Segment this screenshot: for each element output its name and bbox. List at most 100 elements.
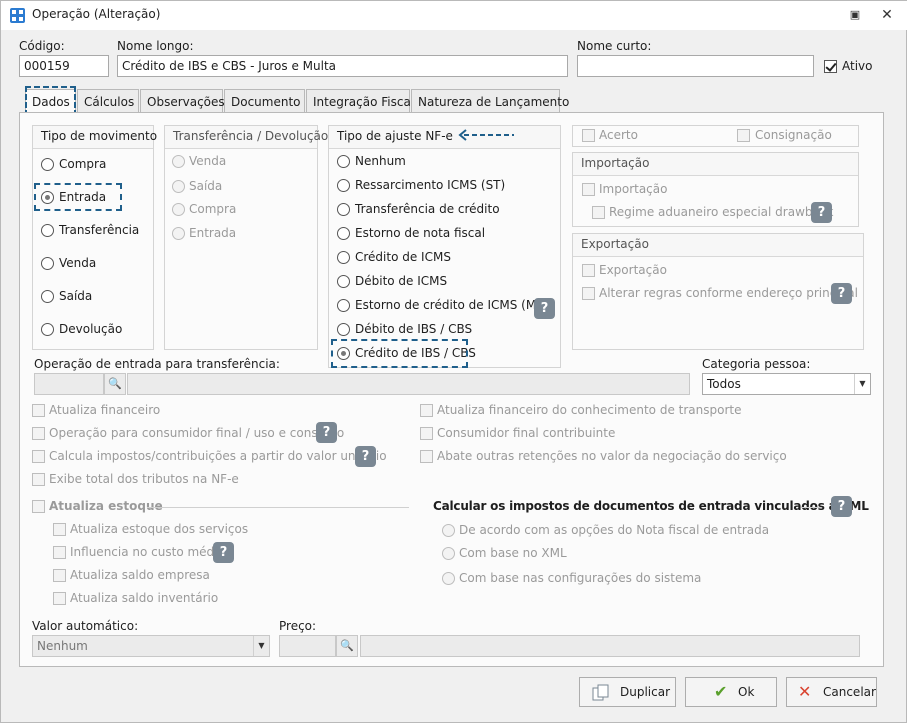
- preco-code-input[interactable]: [279, 635, 336, 657]
- dialog-window: Operação (Alteração) ▣ ✕ Código: 000159 …: [0, 0, 907, 723]
- radio-venda[interactable]: [41, 257, 54, 270]
- importacao-checkbox[interactable]: [582, 183, 595, 196]
- help-icon[interactable]: ?: [213, 542, 234, 563]
- duplicar-label: Duplicar: [620, 685, 671, 699]
- estoque-servicos-checkbox[interactable]: [53, 523, 66, 536]
- help-icon[interactable]: ?: [831, 283, 852, 304]
- consignacao-label: Consignação: [755, 128, 832, 142]
- help-icon[interactable]: ?: [316, 422, 337, 443]
- radio-compra[interactable]: [41, 158, 54, 171]
- valor-automatico-select[interactable]: Nenhum ▼: [32, 635, 270, 657]
- chevron-down-icon[interactable]: ▼: [854, 374, 870, 394]
- radio-label: Com base nas configurações do sistema: [459, 571, 702, 585]
- consumidor-final-uso-checkbox[interactable]: [32, 427, 45, 440]
- acerto-checkbox[interactable]: [582, 129, 595, 142]
- check-icon: ✔: [714, 682, 728, 701]
- checkbox-label: Atualiza financeiro: [49, 403, 161, 417]
- chevron-down-icon[interactable]: ▼: [253, 636, 269, 656]
- radio-xml-base-xml[interactable]: [442, 547, 455, 560]
- op-entrada-code-input[interactable]: [34, 373, 104, 395]
- importacao-title: Importação: [573, 153, 858, 176]
- restore-icon[interactable]: ▣: [844, 5, 866, 25]
- radio-debito-icms[interactable]: [337, 275, 350, 288]
- consignacao-checkbox[interactable]: [737, 129, 750, 142]
- radio-label: Venda: [189, 154, 227, 168]
- atualiza-financeiro-transporte-checkbox[interactable]: [420, 404, 433, 417]
- ativo-label: Ativo: [842, 59, 873, 73]
- help-icon[interactable]: ?: [534, 298, 555, 319]
- tab-calculos[interactable]: Cálculos: [77, 89, 139, 114]
- radio-estorno-nota-fiscal[interactable]: [337, 227, 350, 240]
- radio-td-saida[interactable]: [172, 180, 185, 193]
- tab-natureza-lancamento[interactable]: Natureza de Lançamento: [411, 89, 569, 114]
- radio-credito-icms[interactable]: [337, 251, 350, 264]
- checkbox-label: Influencia no custo médio: [70, 545, 225, 559]
- help-icon[interactable]: ?: [811, 202, 832, 223]
- transferencia-devolucao-group: Transferência / Devolução: [164, 125, 328, 350]
- nome-curto-label: Nome curto:: [577, 39, 652, 53]
- radio-xml-config-sistema[interactable]: [442, 572, 455, 585]
- abate-retencoes-checkbox[interactable]: [420, 450, 433, 463]
- op-entrada-desc-input[interactable]: [127, 373, 690, 395]
- custo-medio-checkbox[interactable]: [53, 546, 66, 559]
- estoque-separator: [147, 507, 409, 508]
- radio-saida[interactable]: [41, 290, 54, 303]
- arrow-left-icon: [458, 129, 514, 141]
- help-icon[interactable]: ?: [831, 496, 852, 517]
- radio-nenhum[interactable]: [337, 155, 350, 168]
- radio-td-entrada[interactable]: [172, 227, 185, 240]
- radio-ressarcimento-icms-st[interactable]: [337, 179, 350, 192]
- radio-transferencia[interactable]: [41, 224, 54, 237]
- cancelar-button[interactable]: ✕ Cancelar: [786, 677, 877, 707]
- alterar-regras-checkbox[interactable]: [582, 287, 595, 300]
- radio-estorno-credito-icms-mg[interactable]: [337, 299, 350, 312]
- exportacao-checkbox[interactable]: [582, 264, 595, 277]
- atualiza-estoque-checkbox[interactable]: [32, 500, 45, 513]
- preco-desc-input[interactable]: [360, 635, 860, 657]
- tab-documento[interactable]: Documento: [224, 89, 305, 114]
- ativo-checkbox[interactable]: [824, 60, 837, 73]
- checkbox-label: Operação para consumidor final / uso e c…: [49, 426, 345, 440]
- exportacao-label: Exportação: [599, 263, 667, 277]
- radio-label: Saída: [189, 179, 223, 193]
- xml-section-title: Calcular os impostos de documentos de en…: [433, 499, 869, 513]
- radio-label: Transferência de crédito: [355, 202, 500, 216]
- checkbox-label: Atualiza saldo inventário: [70, 591, 219, 605]
- nome-longo-label: Nome longo:: [117, 39, 194, 53]
- checkbox-label: Consumidor final contribuinte: [437, 426, 616, 440]
- consumidor-final-contribuinte-checkbox[interactable]: [420, 427, 433, 440]
- radio-label: De acordo com as opções do Nota fiscal d…: [459, 523, 770, 537]
- radio-label: Com base no XML: [459, 546, 567, 560]
- duplicar-button[interactable]: Duplicar: [579, 677, 676, 707]
- drawback-label: Regime aduaneiro especial drawback: [609, 205, 834, 219]
- title-bar: Operação (Alteração) ▣ ✕: [1, 1, 907, 30]
- radio-label: Venda: [59, 256, 97, 270]
- tab-integracao-fiscal[interactable]: Integração Fiscal: [306, 89, 414, 114]
- nome-longo-input[interactable]: Crédito de IBS e CBS - Juros e Multa: [117, 55, 568, 77]
- ok-button[interactable]: ✔ Ok: [685, 677, 777, 707]
- drawback-checkbox[interactable]: [592, 206, 605, 219]
- radio-xml-opcoes-nf[interactable]: [442, 524, 455, 537]
- nome-curto-input[interactable]: [577, 55, 814, 77]
- tab-observacoes[interactable]: Observações: [140, 89, 225, 114]
- saldo-inventario-checkbox[interactable]: [53, 592, 66, 605]
- codigo-input[interactable]: 000159: [19, 55, 109, 77]
- help-icon[interactable]: ?: [355, 446, 376, 467]
- radio-td-venda[interactable]: [172, 155, 185, 168]
- radio-devolucao[interactable]: [41, 323, 54, 336]
- radio-td-compra[interactable]: [172, 203, 185, 216]
- categoria-select[interactable]: Todos ▼: [702, 373, 871, 395]
- atualiza-financeiro-checkbox[interactable]: [32, 404, 45, 417]
- radio-label: Compra: [189, 202, 237, 216]
- app-icon: [10, 8, 25, 23]
- search-icon[interactable]: 🔍: [104, 373, 126, 395]
- tipo-ajuste-title: Tipo de ajuste NF-e: [329, 126, 560, 149]
- search-icon[interactable]: 🔍: [336, 635, 358, 657]
- calcula-impostos-checkbox[interactable]: [32, 450, 45, 463]
- cancel-icon: ✕: [798, 682, 812, 701]
- saldo-empresa-checkbox[interactable]: [53, 569, 66, 582]
- close-icon[interactable]: ✕: [876, 5, 898, 25]
- radio-debito-ibs-cbs[interactable]: [337, 323, 350, 336]
- exibe-total-tributos-checkbox[interactable]: [32, 473, 45, 486]
- radio-transferencia-credito[interactable]: [337, 203, 350, 216]
